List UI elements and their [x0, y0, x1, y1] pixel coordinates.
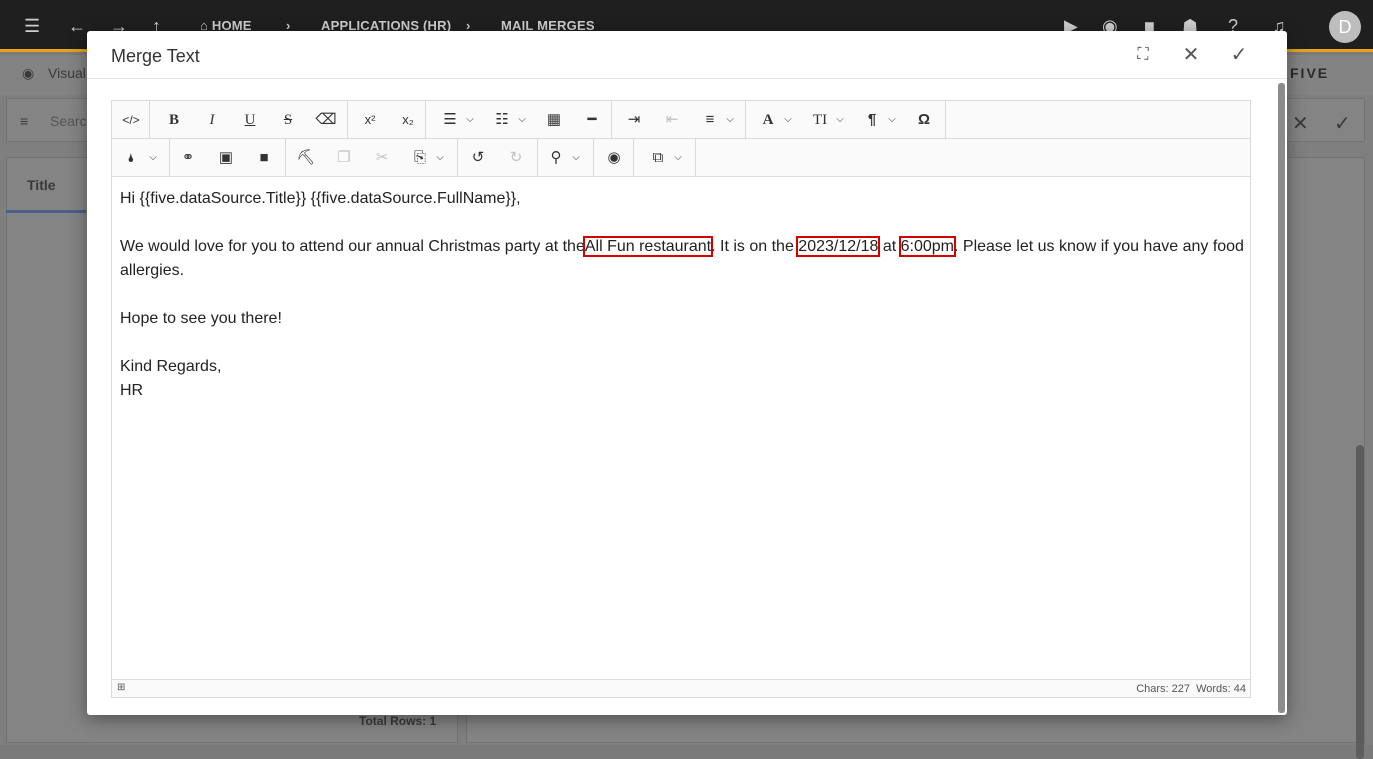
cut-icon[interactable]: ✂ [370, 148, 394, 168]
chevron-down-icon[interactable]: ⌵ [570, 148, 582, 168]
editor-toolbar-row-1: </> B I U S ⌫ x² x₂ ☰ ⌵ ☷ ⌵ ▦ ━ ⇥ ⇤ ≡ ⌵ … [112, 101, 1250, 139]
redo-icon[interactable]: ↻ [504, 148, 528, 168]
greeting-line: Hi {{five.dataSource.Title}} {{five.data… [120, 190, 521, 207]
indent-icon[interactable]: ⇥ [622, 110, 646, 130]
bold-icon[interactable]: B [162, 110, 186, 130]
special-char-icon[interactable]: Ω [912, 110, 936, 130]
paste-icon[interactable]: ⎘ [408, 148, 432, 168]
outdent-icon[interactable]: ⇤ [660, 110, 684, 130]
brand-logo: FIVE [1290, 65, 1330, 81]
signature-line: HR [120, 382, 144, 399]
code-view-icon[interactable]: </> [119, 110, 143, 130]
merge-text-dialog: Merge Text ⛶ ✕ ✓ </> B I U S ⌫ x² x₂ ☰ ⌵ [87, 31, 1287, 715]
eye-icon[interactable]: ◉ [22, 65, 34, 82]
fullscreen-icon[interactable]: ⛶ [1131, 43, 1155, 67]
font-icon[interactable]: A [756, 110, 780, 130]
invitation-paragraph: We would love for you to attend our annu… [120, 235, 1244, 283]
toolbar-group: </> [112, 101, 150, 138]
horizontal-rule-icon[interactable]: ━ [580, 110, 604, 130]
word-count: Words: 44 [1196, 683, 1246, 695]
date-merge-value: 2023/12/18 [796, 236, 881, 257]
toolbar-group: ⚲ ⌵ [538, 139, 594, 176]
chevron-down-icon[interactable]: ⌵ [147, 148, 159, 168]
bullet-list-icon[interactable]: ☰ [438, 110, 462, 130]
chevron-down-icon[interactable]: ⌵ [672, 148, 684, 168]
toolbar-group: B I U S ⌫ [150, 101, 348, 138]
toolbar-group: ↺ ↻ [458, 139, 538, 176]
chevron-down-icon[interactable]: ⌵ [464, 110, 476, 130]
link-icon[interactable]: ⚭ [176, 148, 200, 168]
view-label: Visual [48, 65, 86, 81]
strikethrough-icon[interactable]: S [276, 110, 300, 130]
format-painter-icon[interactable]: ⛏ [294, 148, 318, 168]
back-icon[interactable]: ← [68, 14, 86, 38]
time-merge-value: 6:00pm [898, 236, 957, 257]
filter-icon[interactable]: ≡ [20, 113, 28, 129]
chevron-down-icon[interactable]: ⌵ [516, 110, 528, 130]
numbered-list-icon[interactable]: ☷ [490, 110, 514, 130]
toolbar-group: ☰ ⌵ ☷ ⌵ ▦ ━ [426, 101, 612, 138]
check-icon[interactable]: ✓ [1334, 111, 1351, 136]
confirm-icon[interactable]: ✓ [1227, 43, 1251, 67]
font-size-icon[interactable]: TI [808, 110, 832, 130]
select-all-icon[interactable]: ⧉ [646, 148, 670, 168]
align-icon[interactable]: ≡ [698, 110, 722, 130]
total-rows: Total Rows: 1 [359, 714, 437, 728]
tab-indicator [6, 210, 86, 213]
rich-text-editor: </> B I U S ⌫ x² x₂ ☰ ⌵ ☷ ⌵ ▦ ━ ⇥ ⇤ ≡ ⌵ … [111, 100, 1251, 698]
editor-toolbar-row-2: 🌢 ⌵ ⚭ ▣ ■ ⛏ ❐ ✂ ⎘ ⌵ ↺ ↻ ⚲ ⌵ ◉ ⧉ ⌵ [112, 139, 1250, 177]
toolbar-group: ◉ [594, 139, 634, 176]
resize-icon[interactable]: ⊞ [117, 682, 125, 693]
menu-icon[interactable]: ☰ [24, 14, 40, 38]
close-icon[interactable]: ✕ [1292, 111, 1309, 136]
close-icon[interactable]: ✕ [1179, 43, 1203, 67]
toolbar-group: x² x₂ [348, 101, 426, 138]
clear-format-icon[interactable]: ⌫ [314, 110, 338, 130]
underline-icon[interactable]: U [238, 110, 262, 130]
char-count: Chars: 227 [1136, 683, 1190, 695]
dialog-title: Merge Text [111, 46, 200, 66]
toolbar-group: A ⌵ TI ⌵ ¶ ⌵ Ω [746, 101, 946, 138]
chevron-down-icon[interactable]: ⌵ [782, 110, 794, 130]
copy-icon[interactable]: ❐ [332, 148, 356, 168]
toolbar-group: ⧉ ⌵ [634, 139, 696, 176]
invitation-text: at [882, 238, 897, 255]
find-icon[interactable]: ⚲ [544, 148, 568, 168]
video-icon[interactable]: ■ [252, 148, 276, 168]
toolbar-group: 🌢 ⌵ [112, 139, 170, 176]
paragraph-icon[interactable]: ¶ [860, 110, 884, 130]
column-title[interactable]: Title [27, 177, 56, 193]
editor-content[interactable]: Hi {{five.dataSource.Title}} {{five.data… [120, 187, 1244, 403]
chevron-down-icon[interactable]: ⌵ [834, 110, 846, 130]
superscript-icon[interactable]: x² [358, 110, 382, 130]
toolbar-group: ⛏ ❐ ✂ ⎘ ⌵ [286, 139, 458, 176]
image-icon[interactable]: ▣ [214, 148, 238, 168]
closing-line: Hope to see you there! [120, 310, 282, 327]
dialog-scrollbar[interactable] [1278, 83, 1285, 713]
chevron-down-icon[interactable]: ⌵ [434, 148, 446, 168]
italic-icon[interactable]: I [200, 110, 224, 130]
scrollbar-thumb[interactable] [1278, 83, 1285, 713]
invitation-text: . It is on the [711, 238, 794, 255]
dialog-header: Merge Text ⛶ ✕ ✓ [87, 31, 1287, 79]
undo-icon[interactable]: ↺ [466, 148, 490, 168]
color-icon[interactable]: 🌢 [119, 148, 143, 168]
chevron-down-icon[interactable]: ⌵ [724, 110, 736, 130]
subscript-icon[interactable]: x₂ [396, 110, 420, 130]
chevron-down-icon[interactable]: ⌵ [886, 110, 898, 130]
toolbar-group: ⇥ ⇤ ≡ ⌵ [612, 101, 746, 138]
regards-line: Kind Regards, [120, 358, 222, 375]
editor-status-bar: ⊞ Chars: 227 Words: 44 [112, 679, 1250, 697]
preview-icon[interactable]: ◉ [602, 148, 626, 168]
page-scrollbar[interactable] [1356, 445, 1364, 759]
venue-merge-value: All Fun restaurant [582, 236, 714, 257]
avatar[interactable]: D [1329, 11, 1361, 43]
invitation-text: We would love for you to attend our annu… [120, 238, 585, 255]
toolbar-group: ⚭ ▣ ■ [170, 139, 286, 176]
table-icon[interactable]: ▦ [542, 110, 566, 130]
